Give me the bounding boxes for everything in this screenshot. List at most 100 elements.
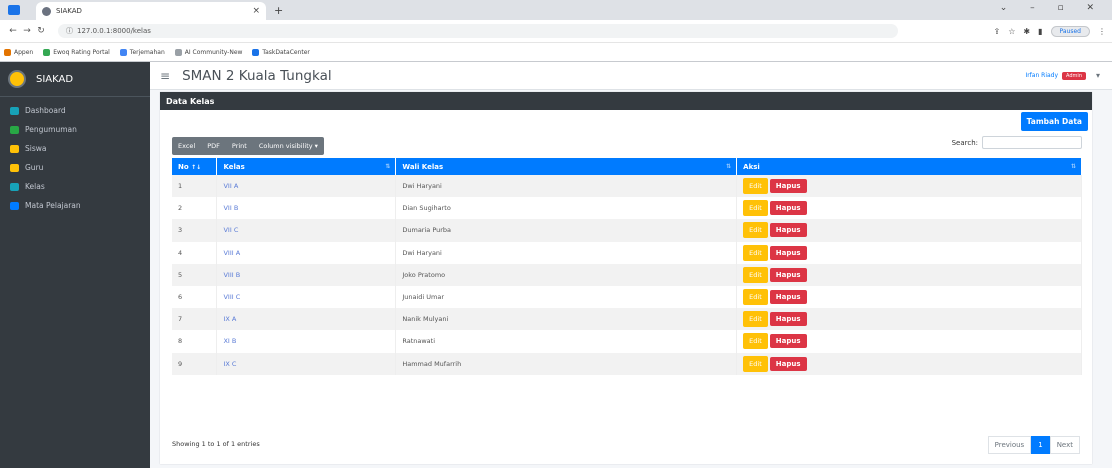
sidebar-item-guru[interactable]: Guru [0, 158, 150, 177]
pdf-button[interactable]: PDF [201, 137, 226, 155]
class-name[interactable]: VIII C [216, 285, 397, 309]
delete-button[interactable]: Hapus [769, 312, 807, 327]
share-icon[interactable]: ⇪ [994, 27, 1001, 36]
pagination: Previous 1 Next [987, 436, 1080, 454]
class-name[interactable]: VIII A [216, 241, 397, 264]
class-name[interactable]: IX A [216, 308, 397, 331]
homeroom-teacher: Junaidi Umar [395, 285, 738, 309]
table-search: Search: [952, 136, 1082, 149]
table-header-row: No ↑↓ Kelas ⇅ Wali Kelas ⇅ Aksi ⇅ [172, 158, 1082, 175]
star-icon[interactable]: ☆ [1008, 27, 1015, 36]
next-page-button[interactable]: Next [1049, 436, 1080, 454]
bookmark-item[interactable]: Terjemahan [119, 48, 165, 56]
delete-button[interactable]: Hapus [769, 223, 807, 238]
column-header-no[interactable]: No ↑↓ [172, 158, 218, 175]
homeroom-teacher: Dwi Haryani [395, 175, 738, 198]
browser-tab[interactable]: SIAKAD × [36, 2, 266, 20]
data-card: Data Kelas Tambah Data Excel PDF Print C… [160, 92, 1092, 464]
user-menu[interactable]: Irfan Riady Admin ▾ [1025, 71, 1100, 80]
search-input[interactable] [982, 136, 1082, 149]
edit-button[interactable]: Edit [743, 244, 768, 261]
bookmark-item[interactable]: TaskDataCenter [252, 48, 310, 56]
edit-button[interactable]: Edit [743, 178, 768, 195]
previous-page-button[interactable]: Previous [987, 436, 1032, 454]
delete-button[interactable]: Hapus [769, 334, 807, 349]
row-number: 6 [172, 285, 218, 309]
row-number: 7 [172, 308, 218, 331]
brand-name: SIAKAD [36, 73, 74, 85]
sidebar-item-mata-pelajaran[interactable]: Mata Pelajaran [0, 196, 150, 215]
table-row: 8 XI B Ratnawati Edit Hapus [172, 330, 1082, 353]
delete-button[interactable]: Hapus [769, 179, 807, 194]
row-actions: Edit Hapus [736, 241, 1082, 264]
edit-button[interactable]: Edit [743, 200, 768, 217]
main-content: ≡ SMAN 2 Kuala Tungkal Irfan Riady Admin… [150, 62, 1112, 468]
class-name[interactable]: VII C [216, 219, 397, 242]
bookmark-icon [43, 48, 51, 56]
delete-button[interactable]: Hapus [769, 245, 807, 260]
add-data-button[interactable]: Tambah Data [1020, 112, 1088, 131]
edit-button[interactable]: Edit [743, 355, 768, 372]
brand[interactable]: SIAKAD [0, 62, 150, 97]
brand-logo-icon [8, 70, 26, 88]
class-icon [10, 182, 19, 191]
profile-paused-button[interactable]: Paused [1050, 25, 1090, 37]
info-icon: ⓘ [66, 27, 73, 35]
bookmark-icon [119, 48, 127, 56]
class-name[interactable]: XI B [216, 330, 397, 353]
bookmark-item[interactable]: Ewoq Rating Portal [43, 48, 110, 56]
edit-button[interactable]: Edit [743, 289, 768, 306]
bookmark-item[interactable]: Appen [4, 48, 33, 56]
url-text: 127.0.0.1:8000/kelas [77, 27, 151, 35]
announcement-icon [10, 125, 19, 134]
table-info: Showing 1 to 1 of 1 entries [172, 440, 260, 448]
homeroom-teacher: Hammad Mufarrih [395, 352, 738, 375]
class-name[interactable]: IX C [216, 352, 397, 375]
edit-button[interactable]: Edit [743, 333, 768, 350]
table-row: 4 VIII A Dwi Haryani Edit Hapus [172, 241, 1082, 264]
edit-button[interactable]: Edit [743, 311, 768, 328]
excel-button[interactable]: Excel [172, 137, 202, 155]
new-tab-icon[interactable]: + [274, 4, 283, 17]
column-header-aksi[interactable]: Aksi ⇅ [736, 158, 1082, 175]
class-name[interactable]: VII A [216, 175, 397, 198]
bookmark-item[interactable]: AI Community-New [174, 48, 242, 56]
sidepanel-icon[interactable]: ▮ [1038, 27, 1042, 36]
reload-icon[interactable]: ↻ [34, 26, 48, 36]
back-icon[interactable]: ← [6, 26, 20, 36]
bookmark-icon [174, 48, 182, 56]
delete-button[interactable]: Hapus [769, 290, 807, 305]
edit-button[interactable]: Edit [743, 222, 768, 239]
row-number: 8 [172, 330, 218, 353]
extensions-icon[interactable]: ✱ [1023, 27, 1030, 36]
class-name[interactable]: VII B [216, 197, 397, 220]
sidebar-item-dashboard[interactable]: Dashboard [0, 101, 150, 120]
delete-button[interactable]: Hapus [769, 201, 807, 216]
tab-title: SIAKAD [56, 7, 82, 15]
menu-toggle-icon[interactable]: ≡ [160, 69, 170, 83]
edit-button[interactable]: Edit [743, 266, 768, 283]
sidebar-item-pengumuman[interactable]: Pengumuman [0, 120, 150, 139]
url-field[interactable]: ⓘ 127.0.0.1:8000/kelas [58, 24, 898, 38]
bookmark-icon [252, 48, 260, 56]
forward-icon[interactable]: → [20, 26, 34, 36]
teachers-icon [10, 163, 19, 172]
tab-search-icon[interactable] [8, 5, 20, 15]
column-visibility-button[interactable]: Column visibility ▾ [252, 137, 324, 155]
sidebar-item-siswa[interactable]: Siswa [0, 139, 150, 158]
row-number: 9 [172, 352, 218, 375]
sidebar-item-label: Mata Pelajaran [25, 201, 81, 210]
print-button[interactable]: Print [225, 137, 253, 155]
window-controls[interactable]: ⌄ – ▫ ✕ [1000, 3, 1104, 13]
class-name[interactable]: VIII B [216, 263, 397, 286]
sidebar-item-label: Dashboard [25, 106, 66, 115]
page-1-button[interactable]: 1 [1031, 436, 1050, 454]
column-header-kelas[interactable]: Kelas ⇅ [216, 158, 397, 175]
delete-button[interactable]: Hapus [769, 356, 807, 371]
sidebar-item-kelas[interactable]: Kelas [0, 177, 150, 196]
table-row: 3 VII C Dumaria Purba Edit Hapus [172, 219, 1082, 242]
close-tab-icon[interactable]: × [252, 6, 260, 16]
column-header-wali-kelas[interactable]: Wali Kelas ⇅ [395, 158, 738, 175]
menu-icon[interactable]: ⋮ [1098, 27, 1106, 36]
delete-button[interactable]: Hapus [769, 267, 807, 282]
